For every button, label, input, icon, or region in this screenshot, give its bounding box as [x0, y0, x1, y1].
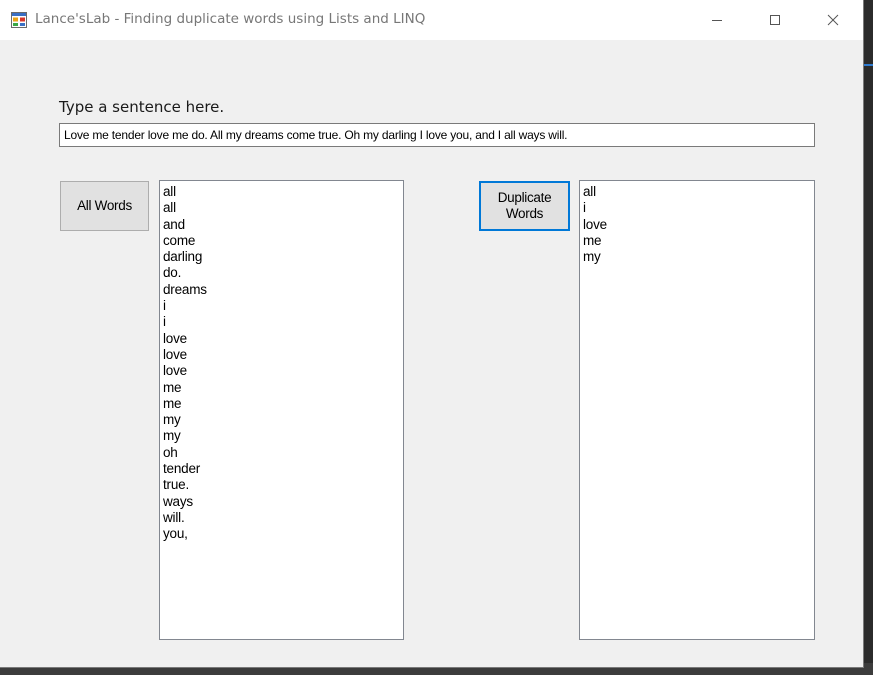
all-words-button[interactable]: All Words	[60, 181, 149, 231]
list-item[interactable]: i	[163, 314, 403, 330]
list-item[interactable]: tender	[163, 461, 403, 477]
title-bar[interactable]: Lance'sLab - Finding duplicate words usi…	[0, 0, 863, 40]
list-item[interactable]: me	[163, 396, 403, 412]
list-item[interactable]: love	[163, 331, 403, 347]
list-item[interactable]: all	[163, 184, 403, 200]
list-item[interactable]: oh	[163, 445, 403, 461]
list-item[interactable]: all	[583, 184, 814, 200]
list-item[interactable]: and	[163, 217, 403, 233]
list-item[interactable]: you,	[163, 526, 403, 542]
list-item[interactable]: darling	[163, 249, 403, 265]
list-item[interactable]: me	[583, 233, 814, 249]
list-item[interactable]: come	[163, 233, 403, 249]
minimize-icon	[712, 20, 722, 21]
duplicate-words-listbox[interactable]: all i love me my	[579, 180, 815, 640]
list-item[interactable]: will.	[163, 510, 403, 526]
winforms-app-icon	[11, 12, 27, 28]
all-words-listbox[interactable]: all all and come darling do. dreams i i love love l…	[159, 180, 404, 640]
list-item[interactable]: dreams	[163, 282, 403, 298]
maximize-button[interactable]	[746, 0, 804, 40]
list-item[interactable]: true.	[163, 477, 403, 493]
maximize-icon	[770, 15, 780, 25]
list-item[interactable]: love	[163, 363, 403, 379]
list-item[interactable]: love	[583, 217, 814, 233]
background-accent-line	[864, 64, 873, 66]
close-button[interactable]	[804, 0, 862, 40]
sentence-input[interactable]	[59, 123, 815, 147]
close-icon	[827, 14, 839, 26]
window-title: Lance'sLab - Finding duplicate words usi…	[35, 11, 426, 27]
duplicate-words-button[interactable]: Duplicate Words	[479, 181, 570, 231]
app-window: Lance'sLab - Finding duplicate words usi…	[0, 0, 864, 668]
list-item[interactable]: love	[163, 347, 403, 363]
list-item[interactable]: me	[163, 380, 403, 396]
list-item[interactable]: all	[163, 200, 403, 216]
list-item[interactable]: do.	[163, 265, 403, 281]
list-item[interactable]: i	[583, 200, 814, 216]
list-item[interactable]: my	[163, 428, 403, 444]
minimize-button[interactable]	[688, 0, 746, 40]
list-item[interactable]: i	[163, 298, 403, 314]
list-item[interactable]: ways	[163, 494, 403, 510]
sentence-prompt-label: Type a sentence here.	[59, 98, 225, 116]
list-item[interactable]: my	[163, 412, 403, 428]
list-item[interactable]: my	[583, 249, 814, 265]
